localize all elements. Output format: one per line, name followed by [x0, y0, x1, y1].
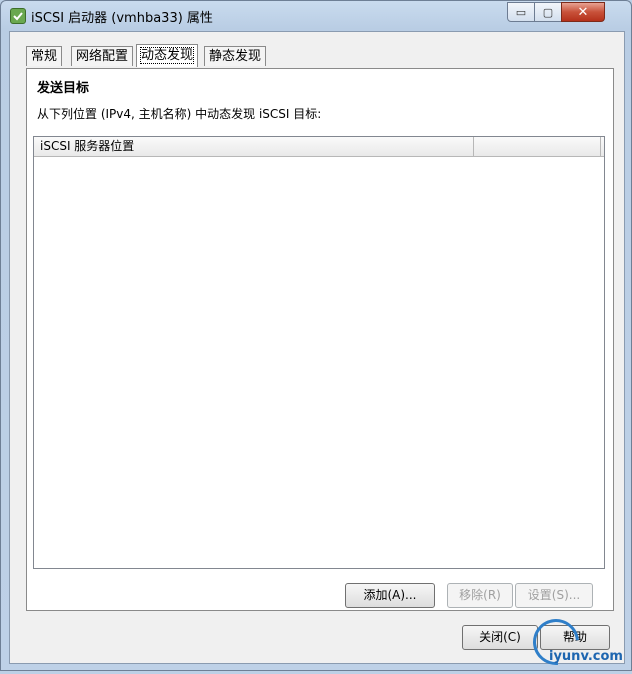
- tab-general-label: 常规: [31, 49, 58, 64]
- minimize-button[interactable]: ▭: [507, 2, 535, 22]
- tab-general[interactable]: 常规: [26, 46, 63, 66]
- app-icon: [10, 8, 26, 24]
- window-title: iSCSI 启动器 (vmhba33) 属性: [31, 11, 213, 26]
- dialog-window: iSCSI 启动器 (vmhba33) 属性 ▭ ▢ ✕ 常规 网络配置 动态发…: [0, 0, 632, 674]
- maximize-button[interactable]: ▢: [534, 2, 562, 22]
- site-watermark: iyunv.com: [523, 609, 632, 674]
- tab-panel: 发送目标 从下列位置 (IPv4, 主机名称) 中动态发现 iSCSI 目标: …: [26, 68, 614, 611]
- close-button[interactable]: 关闭(C): [462, 625, 538, 650]
- column-header-blank[interactable]: [475, 137, 601, 156]
- column-header-server-location[interactable]: iSCSI 服务器位置: [34, 137, 474, 156]
- tab-static-discovery-label: 静态发现: [209, 49, 262, 64]
- close-window-button[interactable]: ✕: [561, 2, 605, 22]
- server-location-list[interactable]: iSCSI 服务器位置: [33, 136, 605, 569]
- dialog-client-area: 常规 网络配置 动态发现 静态发现 发送目标 从下列位置 (IPv4, 主机名称…: [9, 31, 625, 664]
- section-title: 发送目标: [37, 81, 90, 96]
- tab-static-discovery[interactable]: 静态发现: [204, 46, 267, 66]
- description-text: 从下列位置 (IPv4, 主机名称) 中动态发现 iSCSI 目标:: [37, 107, 322, 121]
- tab-dynamic-discovery[interactable]: 动态发现: [136, 44, 199, 67]
- minimize-icon: ▭: [515, 5, 527, 19]
- tab-network-config-label: 网络配置: [76, 49, 129, 64]
- title-bar[interactable]: iSCSI 启动器 (vmhba33) 属性 ▭ ▢ ✕: [1, 1, 631, 29]
- watermark-logo-icon: [523, 609, 589, 674]
- watermark-text: iyunv.com: [549, 649, 623, 664]
- maximize-icon: ▢: [542, 5, 554, 19]
- add-button[interactable]: 添加(A)...: [345, 583, 435, 608]
- remove-button[interactable]: 移除(R): [447, 583, 513, 608]
- close-icon: ✕: [577, 4, 589, 20]
- list-header: iSCSI 服务器位置: [34, 137, 604, 157]
- tab-network-config[interactable]: 网络配置: [71, 46, 134, 66]
- tab-dynamic-discovery-label: 动态发现: [139, 47, 195, 64]
- settings-button[interactable]: 设置(S)...: [515, 583, 593, 608]
